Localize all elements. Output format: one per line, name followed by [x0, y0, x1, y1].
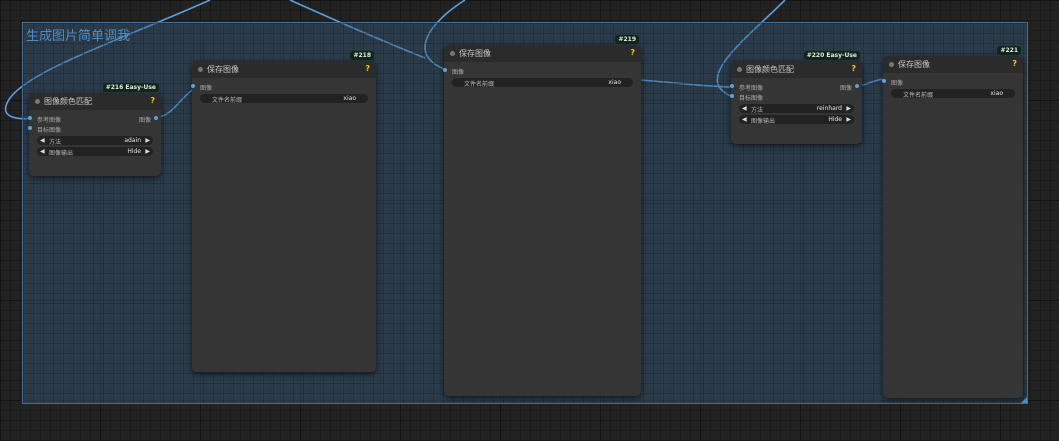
- input-port-icon[interactable]: [28, 126, 32, 130]
- node-title: 保存图像: [207, 65, 239, 74]
- node-title-bar[interactable]: 图像颜色匹配 ?: [29, 93, 161, 110]
- node-title: 保存图像: [898, 60, 930, 69]
- input-port-row[interactable]: 图像: [191, 82, 376, 92]
- input-label: 图像: [452, 69, 465, 76]
- input-label: 图像: [200, 85, 213, 92]
- node-title-bar[interactable]: 保存图像 ?: [883, 56, 1023, 73]
- widget-value: xiao: [990, 90, 1003, 97]
- collapse-dot-icon[interactable]: [450, 51, 455, 56]
- widget-value: xiao: [343, 95, 356, 102]
- output-port-icon[interactable]: [154, 116, 158, 120]
- node-title: 图像颜色匹配: [746, 65, 794, 74]
- group-resize-handle[interactable]: [1021, 397, 1027, 403]
- collapse-dot-icon[interactable]: [737, 67, 742, 72]
- input-port-row[interactable]: 目标图像: [730, 92, 862, 102]
- collapse-dot-icon[interactable]: [35, 99, 40, 104]
- output-port-icon[interactable]: [855, 84, 859, 88]
- help-icon[interactable]: ?: [150, 96, 155, 105]
- arrow-right-icon[interactable]: ▶: [145, 148, 150, 155]
- node-title-bar[interactable]: 保存图像 ?: [192, 61, 376, 78]
- input-port-icon[interactable]: [443, 68, 447, 72]
- input-port-row[interactable]: 参考图像 图像: [730, 82, 862, 92]
- group-title[interactable]: 生成图片简单调我: [26, 25, 130, 44]
- widget-value: adain: [124, 137, 141, 144]
- help-icon[interactable]: ?: [851, 64, 856, 73]
- arrow-left-icon[interactable]: ◀: [40, 148, 45, 155]
- widget-value: Hide: [127, 148, 141, 155]
- arrow-right-icon[interactable]: ▶: [846, 105, 851, 112]
- method-combo-widget[interactable]: ◀ 方法 adain ▶: [37, 136, 153, 146]
- node-id-badge: #221: [997, 46, 1021, 55]
- node-218-save-image[interactable]: #218 保存图像 ? 图像 文件名前缀 xiao: [191, 51, 376, 372]
- image-output-combo-widget[interactable]: ◀ 图像输出 Hide ▶: [37, 147, 153, 157]
- widget-value: xiao: [608, 79, 621, 86]
- input-port-icon[interactable]: [28, 116, 32, 120]
- widget-label: 文件名前缀: [212, 97, 243, 104]
- arrow-left-icon[interactable]: ◀: [742, 116, 747, 123]
- widget-label: 方法: [49, 139, 62, 146]
- input-label: 目标图像: [37, 127, 62, 134]
- filename-prefix-widget[interactable]: 文件名前缀 xiao: [200, 94, 368, 104]
- node-title: 保存图像: [459, 49, 491, 58]
- widget-value: Hide: [828, 116, 842, 123]
- filename-prefix-widget[interactable]: 文件名前缀 xiao: [452, 78, 633, 88]
- arrow-left-icon[interactable]: ◀: [742, 105, 747, 112]
- filename-prefix-widget[interactable]: 文件名前缀 xiao: [891, 89, 1015, 99]
- node-216-color-match[interactable]: #216 Easy-Use 图像颜色匹配 ? 参考图像 图像 目标图像 ◀ 方法…: [28, 83, 161, 176]
- input-label: 目标图像: [739, 95, 764, 102]
- arrow-right-icon[interactable]: ▶: [846, 116, 851, 123]
- node-id-badge: #220 Easy-Use: [803, 51, 860, 60]
- input-port-row[interactable]: 参考图像 图像: [28, 114, 161, 124]
- widget-label: 文件名前缀: [903, 92, 934, 99]
- help-icon[interactable]: ?: [630, 48, 635, 57]
- node-221-save-image[interactable]: #221 保存图像 ? 图像 文件名前缀 xiao: [882, 46, 1023, 398]
- widget-label: 图像输出: [49, 150, 74, 157]
- input-port-icon[interactable]: [882, 79, 886, 83]
- input-port-icon[interactable]: [730, 94, 734, 98]
- node-id-badge: #216 Easy-Use: [102, 83, 159, 92]
- widget-label: 文件名前缀: [464, 81, 495, 88]
- help-icon[interactable]: ?: [1012, 59, 1017, 68]
- image-output-combo-widget[interactable]: ◀ 图像输出 Hide ▶: [739, 115, 854, 125]
- input-port-row[interactable]: 图像: [443, 66, 641, 76]
- node-title-bar[interactable]: 保存图像 ?: [444, 45, 641, 62]
- widget-label: 方法: [751, 107, 764, 114]
- input-label: 图像: [891, 80, 904, 87]
- input-port-icon[interactable]: [730, 84, 734, 88]
- node-220-color-match[interactable]: #220 Easy-Use 图像颜色匹配 ? 参考图像 图像 目标图像 ◀ 方法…: [730, 51, 862, 144]
- collapse-dot-icon[interactable]: [198, 67, 203, 72]
- node-title: 图像颜色匹配: [44, 97, 92, 106]
- help-icon[interactable]: ?: [365, 64, 370, 73]
- node-219-save-image[interactable]: #219 保存图像 ? 图像 文件名前缀 xiao: [443, 35, 641, 396]
- input-port-row[interactable]: 目标图像: [28, 124, 161, 134]
- widget-value: reinhard: [816, 105, 842, 112]
- widget-label: 图像输出: [751, 118, 776, 125]
- method-combo-widget[interactable]: ◀ 方法 reinhard ▶: [739, 104, 854, 114]
- node-id-badge: #218: [350, 51, 374, 60]
- arrow-right-icon[interactable]: ▶: [145, 137, 150, 144]
- output-label: 图像: [839, 85, 852, 92]
- input-port-icon[interactable]: [191, 84, 195, 88]
- node-title-bar[interactable]: 图像颜色匹配 ?: [731, 61, 862, 78]
- node-id-badge: #219: [615, 35, 639, 44]
- arrow-left-icon[interactable]: ◀: [40, 137, 45, 144]
- input-port-row[interactable]: 图像: [882, 77, 1023, 87]
- input-label: 参考图像: [739, 85, 764, 92]
- output-label: 图像: [138, 117, 151, 124]
- collapse-dot-icon[interactable]: [889, 62, 894, 67]
- input-label: 参考图像: [37, 117, 62, 124]
